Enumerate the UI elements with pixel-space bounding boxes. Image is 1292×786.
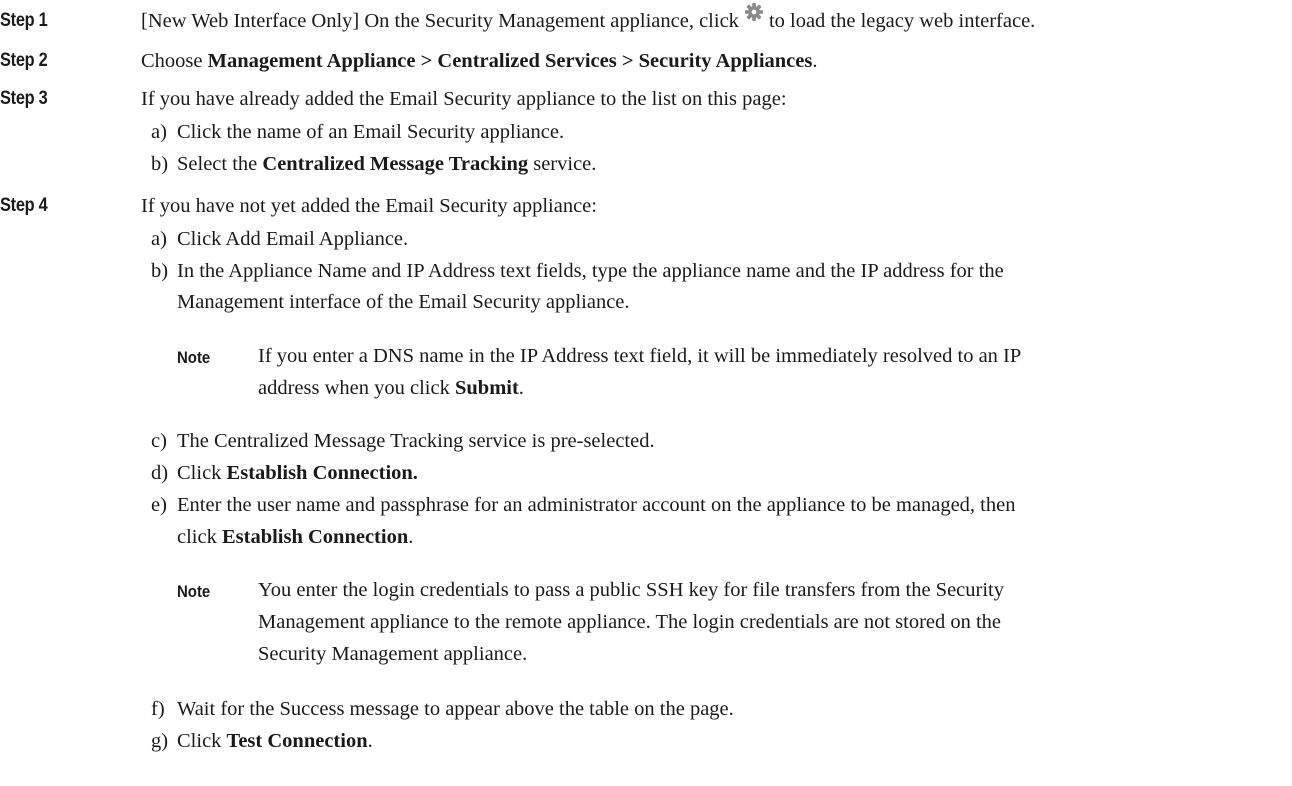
step-4-substep-f: f) Wait for the Success message to appear…	[151, 698, 734, 720]
step-3-substep-a: a) Click the name of an Email Security ap…	[151, 121, 565, 143]
note-2-line1: You enter the login credentials to pass …	[258, 579, 1004, 601]
step-4-label: Step 4	[0, 195, 48, 216]
gear-icon[interactable]	[744, 3, 763, 27]
step-1-label: Step 1	[0, 10, 48, 31]
note-1-line1: If you enter a DNS name in the IP Addres…	[258, 345, 1022, 367]
step-3-label: Step 3	[0, 88, 48, 109]
step-4-substep-d: d) Click Establish Connection.	[151, 462, 418, 484]
step-4-substep-a: a) Click Add Email Appliance.	[151, 228, 409, 250]
note-label: Note	[177, 582, 211, 601]
step-4-substep-e-line2: click Establish Connection.	[177, 526, 414, 548]
note-label: Note	[177, 348, 211, 367]
step-2-text: Choose Management Appliance > Centralize…	[141, 50, 818, 72]
step-4-text: If you have not yet added the Email Secu…	[141, 195, 597, 217]
step-4-substep-b-line1: b) In the Appliance Name and IP Address t…	[151, 260, 1004, 282]
step-4-substep-b-line2: Management interface of the Email Securi…	[177, 291, 630, 313]
step-3-substep-b: b) Select the Centralized Message Trackin…	[151, 153, 597, 175]
step-4-substep-e-line1: e) Enter the user name and passphrase for…	[151, 494, 1016, 516]
note-2-line2: Management appliance to the remote appli…	[258, 611, 1002, 633]
step-4-substep-g: g) Click Test Connection.	[151, 730, 373, 752]
step-1-text: [New Web Interface Only] On the Security…	[141, 3, 1035, 33]
step-3-text: If you have already added the Email Secu…	[141, 88, 787, 110]
step-2-label: Step 2	[0, 50, 48, 71]
note-1-line2: address when you click Submit.	[258, 377, 524, 399]
step-4-substep-c: c) The Centralized Message Tracking servi…	[151, 430, 655, 452]
note-2-line3: Security Management appliance.	[258, 643, 528, 665]
